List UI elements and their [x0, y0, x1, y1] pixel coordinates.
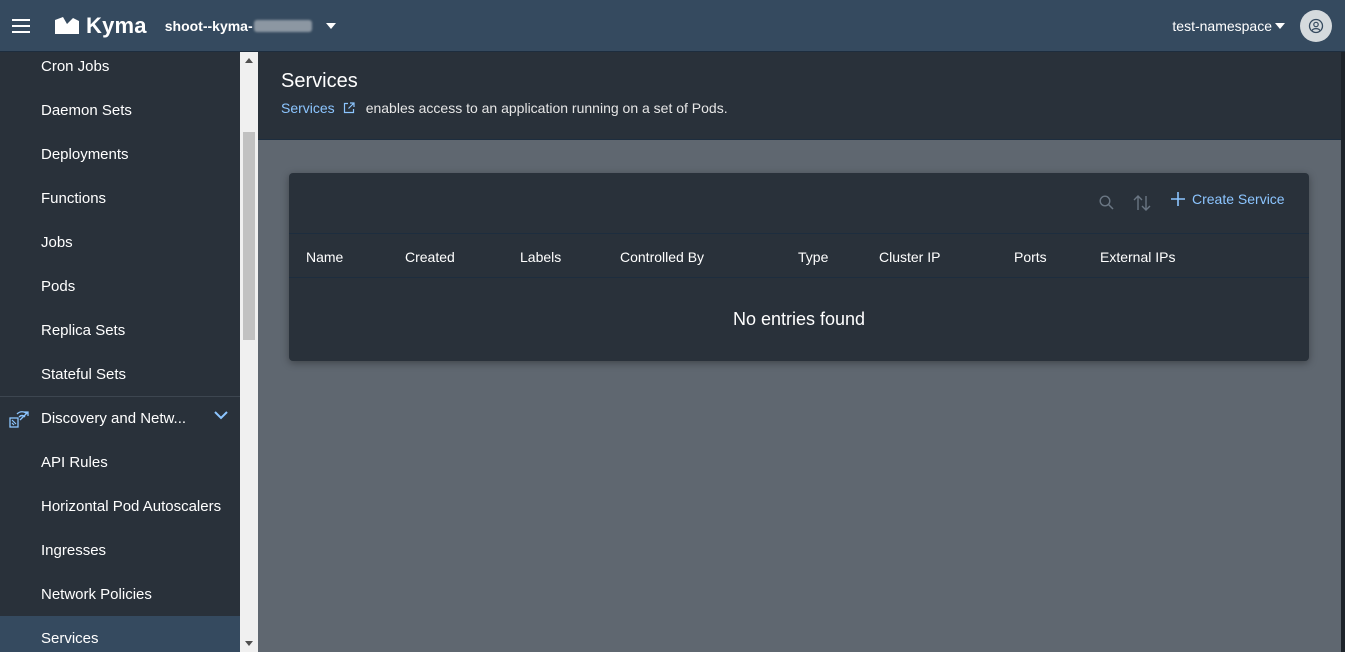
sidebar-item-label: Network Policies [41, 585, 152, 603]
kyma-logo[interactable]: Kyma [54, 13, 147, 39]
search-icon[interactable] [1099, 195, 1114, 215]
sidebar-item-label: Deployments [41, 145, 129, 163]
services-docs-link[interactable]: Services [281, 100, 335, 116]
services-table-card: Create Service Name Created Labels Contr… [289, 173, 1309, 361]
sidebar-item-label: Daemon Sets [41, 101, 132, 119]
column-header-type[interactable]: Type [798, 249, 828, 265]
create-service-button[interactable]: Create Service [1170, 191, 1285, 207]
cluster-selector[interactable]: shoot--kyma- [165, 18, 336, 34]
description-text: enables access to an application running… [365, 100, 728, 116]
sidebar-item-horizontal-pod-autoscalers[interactable]: Horizontal Pod Autoscalers [0, 484, 240, 528]
caret-down-icon [1275, 22, 1285, 29]
scrollbar-thumb[interactable] [243, 132, 255, 340]
user-icon [1308, 18, 1324, 33]
chevron-down-icon [214, 411, 228, 420]
table-toolbar: Create Service [289, 173, 1309, 234]
redacted-block [253, 19, 312, 32]
sidebar-item-stateful-sets[interactable]: Stateful Sets [0, 352, 240, 396]
sidebar-item-label: API Rules [41, 453, 108, 471]
sidebar-item-functions[interactable]: Functions [0, 176, 240, 220]
table-header-row: Name Created Labels Controlled By Type C… [289, 234, 1309, 278]
sidebar-item-label: Cron Jobs [41, 57, 110, 75]
sidebar-scrollbar[interactable] [240, 52, 258, 652]
sidebar-item-label: Replica Sets [41, 321, 126, 339]
column-header-created[interactable]: Created [405, 249, 455, 265]
sidebar-item-ingresses[interactable]: Ingresses [0, 528, 240, 572]
kyma-logo-icon [55, 16, 79, 34]
shellbar: Kyma shoot--kyma- test-namespace [0, 0, 1345, 52]
sidebar-item-services[interactable]: Services [0, 616, 240, 652]
cluster-name: shoot--kyma- [164, 17, 253, 34]
logo-text: Kyma [86, 12, 147, 38]
network-icon [8, 409, 30, 429]
sidebar-item-label: Pods [41, 277, 76, 295]
window-edge [1341, 52, 1345, 652]
sidebar-item-network-policies[interactable]: Network Policies [0, 572, 240, 616]
scroll-down-arrow-icon[interactable] [245, 641, 253, 646]
caret-down-icon [325, 22, 336, 29]
create-service-label: Create Service [1192, 191, 1285, 207]
sidebar-item-label: Ingresses [41, 541, 107, 559]
side-navigation: Cron Jobs Daemon Sets Deployments Functi… [0, 52, 240, 652]
column-header-cluster-ip[interactable]: Cluster IP [879, 249, 940, 265]
namespace-selector[interactable]: test-namespace [1172, 18, 1285, 34]
sidebar-item-label: Stateful Sets [41, 365, 127, 383]
sidebar-item-cron-jobs[interactable]: Cron Jobs [0, 52, 240, 88]
column-header-ports[interactable]: Ports [1014, 249, 1047, 265]
hamburger-menu-icon[interactable] [0, 0, 42, 52]
sidebar-item-jobs[interactable]: Jobs [0, 220, 240, 264]
external-link-icon[interactable] [343, 102, 355, 114]
column-header-external-ips[interactable]: External IPs [1100, 249, 1175, 265]
sidebar-item-api-rules[interactable]: API Rules [0, 440, 240, 484]
sidebar-item-pods[interactable]: Pods [0, 264, 240, 308]
user-avatar[interactable] [1300, 9, 1332, 42]
sidebar-item-daemon-sets[interactable]: Daemon Sets [0, 88, 240, 132]
sidebar-item-label: Horizontal Pod Autoscalers [41, 497, 222, 515]
add-icon [1170, 191, 1186, 207]
page-title: Services [281, 70, 358, 92]
page-description: Services enables access to an applicatio… [281, 100, 728, 116]
page-header: Services Services enables access to an a… [258, 52, 1341, 140]
column-header-name[interactable]: Name [306, 249, 343, 265]
scroll-up-arrow-icon[interactable] [245, 58, 253, 63]
empty-state-message: No entries found [732, 309, 866, 329]
namespace-name: test-namespace [1172, 17, 1272, 34]
sidebar-group-discovery-and-network[interactable]: Discovery and Netw... [0, 396, 240, 440]
sidebar-group-label: Discovery and Netw... [41, 410, 187, 427]
column-header-labels[interactable]: Labels [520, 249, 561, 265]
sidebar-item-label: Functions [41, 189, 107, 207]
column-header-controlled-by[interactable]: Controlled By [620, 249, 704, 265]
sidebar-item-label: Services [41, 629, 99, 647]
sidebar-item-label: Jobs [41, 233, 73, 251]
sidebar-item-deployments[interactable]: Deployments [0, 132, 240, 176]
sort-icon[interactable] [1132, 194, 1152, 217]
sidebar-item-replica-sets[interactable]: Replica Sets [0, 308, 240, 352]
